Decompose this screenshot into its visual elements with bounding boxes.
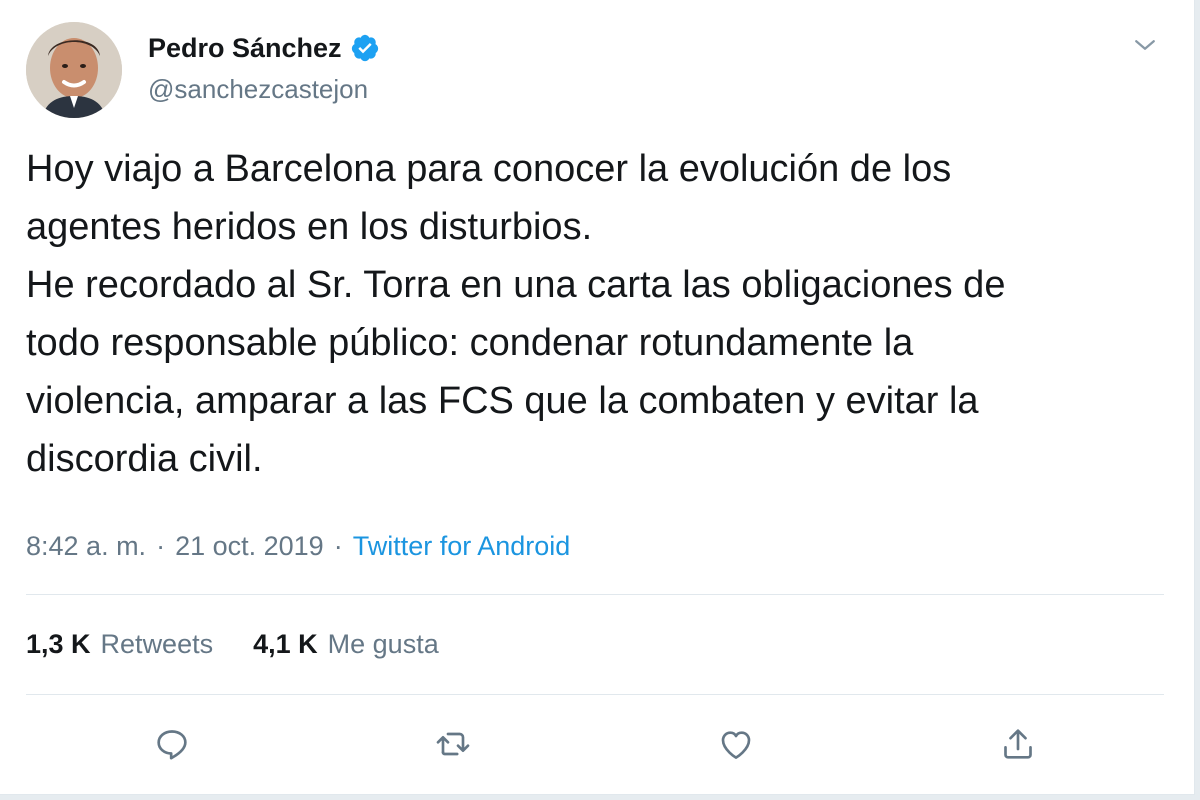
action-bar — [0, 716, 1194, 772]
tweet-date[interactable]: 21 oct. 2019 — [175, 531, 324, 562]
name-row: Pedro Sánchez — [148, 28, 380, 68]
tweet-meta: 8:42 a. m. · 21 oct. 2019 · Twitter for … — [26, 526, 570, 566]
tweet-card: Pedro Sánchez @sanchezcastejon Hoy viajo… — [0, 0, 1195, 795]
meta-separator: · — [156, 530, 166, 561]
retweets-stat[interactable]: 1,3 K Retweets — [26, 629, 213, 660]
retweet-icon[interactable] — [433, 724, 473, 764]
likes-stat[interactable]: 4,1 K Me gusta — [253, 629, 439, 660]
heart-icon[interactable] — [716, 724, 756, 764]
tweet-header: Pedro Sánchez @sanchezcastejon — [26, 22, 1168, 118]
likes-count: 4,1 K — [253, 628, 318, 659]
divider — [26, 594, 1164, 595]
tweet-source-link[interactable]: Twitter for Android — [353, 531, 571, 562]
reply-icon[interactable] — [152, 724, 192, 764]
avatar[interactable] — [26, 22, 122, 118]
verified-badge-icon — [350, 33, 380, 63]
retweets-count: 1,3 K — [26, 628, 91, 659]
chevron-down-icon[interactable] — [1130, 30, 1160, 60]
author-block: Pedro Sánchez @sanchezcastejon — [148, 28, 380, 105]
tweet-stats: 1,3 K Retweets 4,1 K Me gusta — [26, 624, 439, 664]
display-name[interactable]: Pedro Sánchez — [148, 33, 342, 64]
share-icon[interactable] — [998, 724, 1038, 764]
author-handle[interactable]: @sanchezcastejon — [148, 74, 380, 105]
tweet-time[interactable]: 8:42 a. m. — [26, 531, 146, 562]
meta-separator: · — [333, 530, 343, 561]
retweets-label: Retweets — [100, 628, 214, 659]
divider — [26, 694, 1164, 695]
tweet-text: Hoy viajo a Barcelona para conocer la ev… — [26, 148, 1006, 480]
likes-label: Me gusta — [327, 628, 439, 659]
